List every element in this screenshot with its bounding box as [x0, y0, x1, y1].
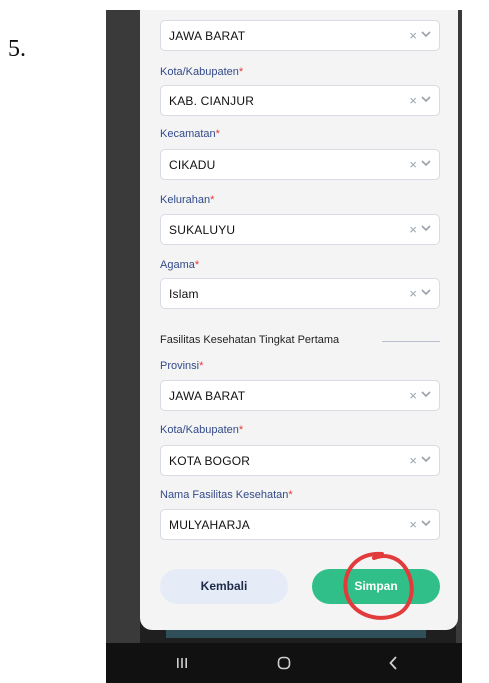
nama-faskes-label: Nama Fasilitas Kesehatan*: [160, 489, 293, 501]
sheet-footer-strip: [166, 630, 426, 638]
clear-icon[interactable]: ×: [409, 388, 417, 403]
kota-kabupaten-value: KAB. CIANJUR: [169, 94, 255, 108]
agama-label: Agama*: [160, 259, 200, 271]
clear-icon[interactable]: ×: [409, 222, 417, 237]
recent-apps-icon[interactable]: [172, 653, 192, 673]
phone-screen: JAWA BARAT × Kota/Kabupaten* KAB. CIANJU…: [106, 10, 462, 683]
agama-select[interactable]: Islam ×: [160, 278, 440, 309]
provinsi-select[interactable]: JAWA BARAT ×: [160, 20, 440, 51]
back-button[interactable]: Kembali: [160, 569, 288, 604]
chevron-down-icon[interactable]: [419, 221, 433, 235]
save-button[interactable]: Simpan: [312, 569, 440, 604]
kecamatan-value: CIKADU: [169, 158, 216, 172]
nama-faskes-select[interactable]: MULYAHARJA ×: [160, 509, 440, 540]
step-number: 5.: [8, 36, 26, 62]
dimmed-background-left: [106, 10, 140, 643]
nama-faskes-value: MULYAHARJA: [169, 518, 250, 532]
chevron-down-icon[interactable]: [419, 285, 433, 299]
home-icon[interactable]: [274, 653, 294, 673]
chevron-down-icon[interactable]: [419, 27, 433, 41]
clear-icon[interactable]: ×: [409, 517, 417, 532]
kota-kabupaten-select[interactable]: KAB. CIANJUR ×: [160, 85, 440, 116]
chevron-down-icon[interactable]: [419, 452, 433, 466]
kelurahan-label: Kelurahan*: [160, 194, 215, 206]
provinsi-value: JAWA BARAT: [169, 29, 246, 43]
clear-icon[interactable]: ×: [409, 453, 417, 468]
faskes-provinsi-value: JAWA BARAT: [169, 389, 246, 403]
back-icon[interactable]: [384, 653, 404, 673]
form-sheet: JAWA BARAT × Kota/Kabupaten* KAB. CIANJU…: [140, 10, 458, 630]
clear-icon[interactable]: ×: [409, 157, 417, 172]
faskes-section-title: Fasilitas Kesehatan Tingkat Pertama: [160, 334, 340, 346]
faskes-kota-kabupaten-select[interactable]: KOTA BOGOR ×: [160, 445, 440, 476]
kelurahan-select[interactable]: SUKALUYU ×: [160, 214, 440, 245]
chevron-down-icon[interactable]: [419, 387, 433, 401]
chevron-down-icon[interactable]: [419, 156, 433, 170]
faskes-kota-kabupaten-value: KOTA BOGOR: [169, 454, 251, 468]
kecamatan-select[interactable]: CIKADU ×: [160, 149, 440, 180]
chevron-down-icon[interactable]: [419, 516, 433, 530]
clear-icon[interactable]: ×: [409, 286, 417, 301]
faskes-provinsi-label: Provinsi*: [160, 360, 204, 372]
section-divider: [382, 341, 440, 342]
clear-icon[interactable]: ×: [409, 28, 417, 43]
faskes-provinsi-select[interactable]: JAWA BARAT ×: [160, 380, 440, 411]
faskes-kota-kabupaten-label: Kota/Kabupaten*: [160, 424, 244, 436]
chevron-down-icon[interactable]: [419, 92, 433, 106]
clear-icon[interactable]: ×: [409, 93, 417, 108]
kecamatan-label: Kecamatan*: [160, 128, 220, 140]
android-navbar: [106, 643, 462, 683]
kota-kabupaten-label: Kota/Kabupaten*: [160, 66, 244, 78]
kelurahan-value: SUKALUYU: [169, 223, 236, 237]
agama-value: Islam: [169, 287, 199, 301]
